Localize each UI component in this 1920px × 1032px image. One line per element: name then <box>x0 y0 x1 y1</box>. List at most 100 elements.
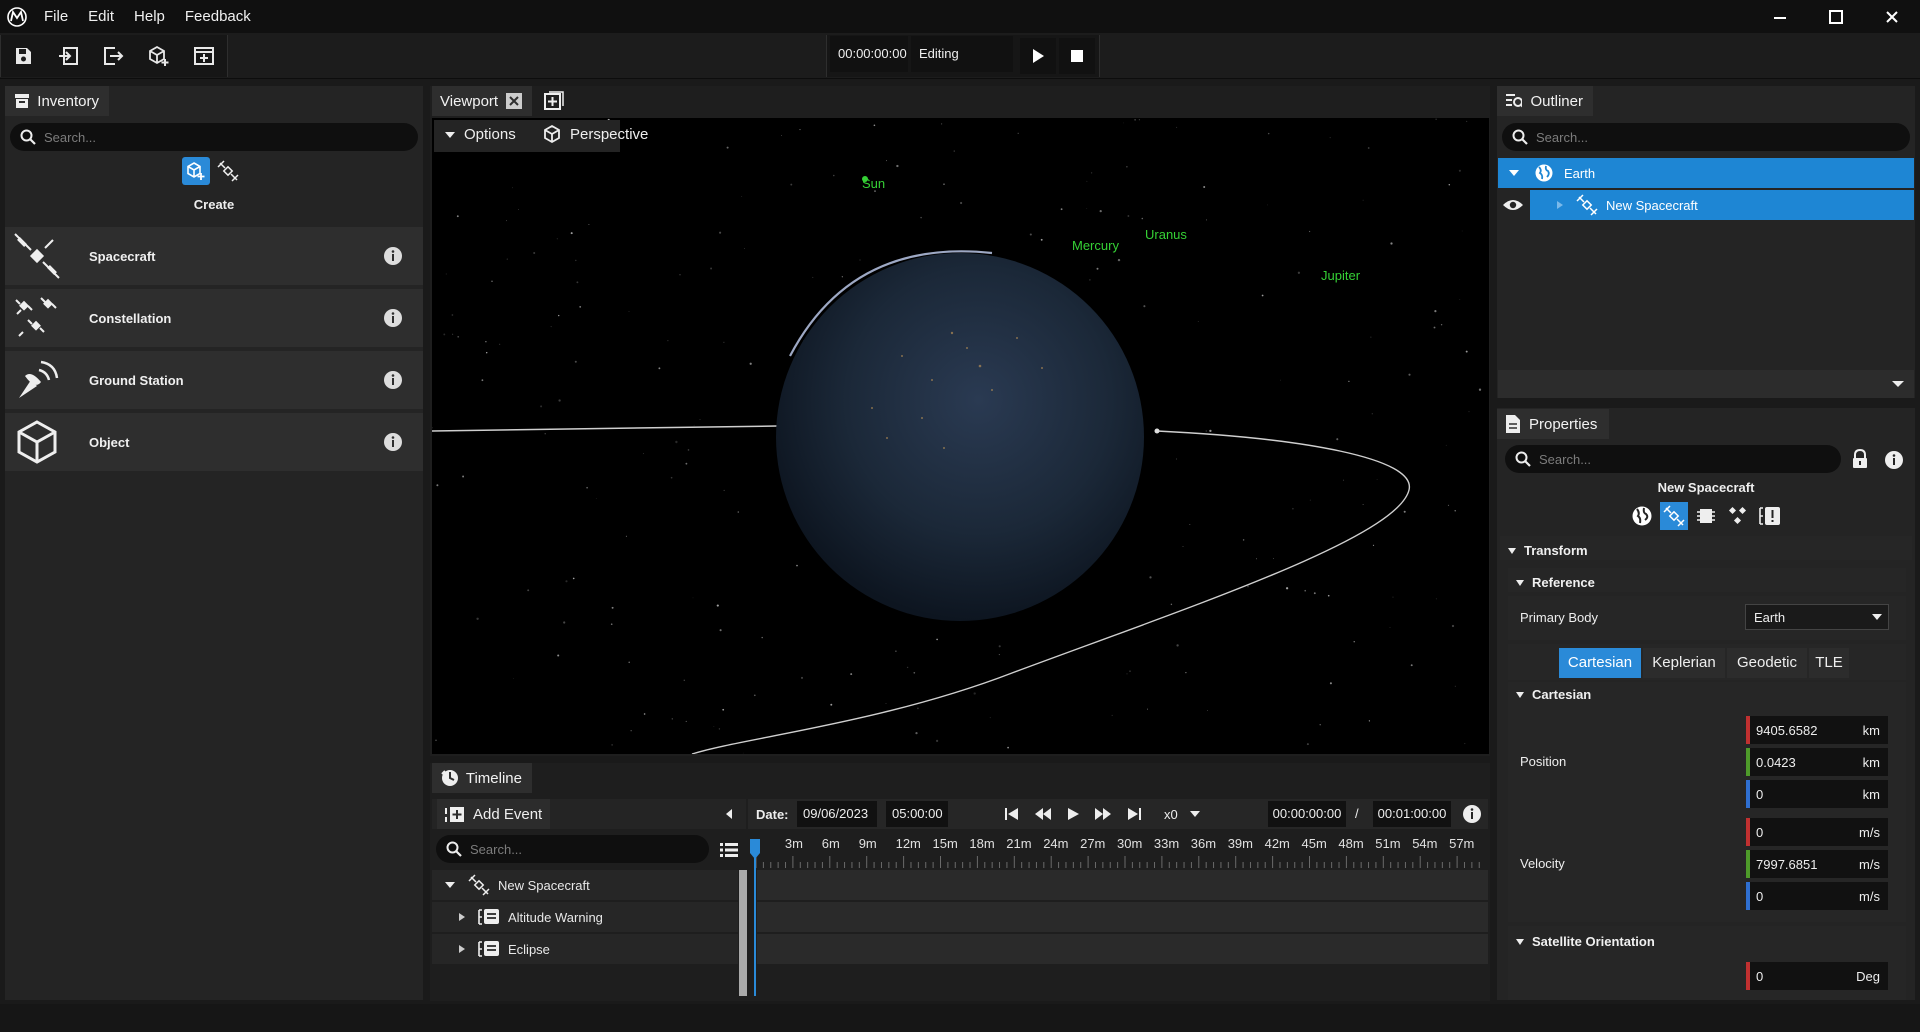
inventory-item-object[interactable]: Object <box>5 413 423 471</box>
outliner-search-input[interactable] <box>1536 129 1875 145</box>
timeline-tree-row[interactable]: Altitude Warning <box>432 902 738 932</box>
tab-geodetic[interactable]: Geodetic <box>1727 648 1807 678</box>
end-time-field[interactable]: 00:01:00:00 <box>1373 801 1451 827</box>
earth-globe[interactable] <box>776 253 1144 621</box>
viewport-3d-canvas[interactable]: Sun Mercury Uranus Jupiter Options Persp… <box>432 118 1489 754</box>
timeline-track[interactable] <box>757 902 1488 932</box>
planet-label-sun[interactable]: Sun <box>862 176 885 191</box>
create-spacecraft-mode-button[interactable] <box>214 157 242 185</box>
transform-label: Transform <box>1524 543 1588 558</box>
tab-tle[interactable]: TLE <box>1809 648 1849 678</box>
chevron-down-icon <box>1872 614 1882 620</box>
component-alert-button[interactable] <box>1756 502 1784 530</box>
timeline-splitter[interactable] <box>739 870 747 996</box>
tab-properties[interactable]: Properties <box>1497 409 1609 439</box>
inventory-item-spacecraft[interactable]: Spacecraft <box>5 227 423 285</box>
position-x-field[interactable]: 9405.6582 km <box>1746 716 1888 744</box>
object-info-button[interactable] <box>383 432 403 452</box>
tab-outliner[interactable]: Outliner <box>1497 86 1593 116</box>
add-viewport-button[interactable] <box>544 91 564 111</box>
new-panel-button[interactable] <box>187 40 221 72</box>
add-event-button[interactable]: Add Event <box>437 799 551 829</box>
ground-station-info-button[interactable] <box>383 370 403 390</box>
position-y-field[interactable]: 0.0423 km <box>1746 748 1888 776</box>
stop-button[interactable] <box>1059 38 1095 74</box>
primary-body-select[interactable]: Earth <box>1745 604 1889 630</box>
camera-mode-button[interactable]: Perspective <box>542 124 648 144</box>
tab-timeline[interactable]: Timeline <box>432 763 532 793</box>
play-button[interactable] <box>1020 38 1056 74</box>
close-viewport-button[interactable] <box>506 93 522 109</box>
time-field[interactable]: 05:00:00 <box>886 801 948 827</box>
constellation-info-button[interactable] <box>383 308 403 328</box>
inventory-search[interactable] <box>10 123 418 151</box>
inventory-item-constellation[interactable]: Constellation <box>5 289 423 347</box>
outliner-filter-bar[interactable] <box>1498 370 1914 398</box>
current-time-field[interactable]: 00:00:00:00 <box>1268 801 1346 827</box>
spacecraft-marker[interactable] <box>1154 428 1160 434</box>
component-constellation-button[interactable] <box>1724 502 1752 530</box>
reference-section-header[interactable]: Reference <box>1516 575 1595 590</box>
cartesian-section-header[interactable]: Cartesian <box>1516 687 1591 702</box>
collapse-left-button[interactable] <box>724 808 734 820</box>
timeline-search[interactable] <box>436 835 709 863</box>
save-button[interactable] <box>6 40 40 72</box>
component-globe-button[interactable] <box>1628 502 1656 530</box>
tab-cartesian[interactable]: Cartesian <box>1559 648 1641 678</box>
planet-label-jupiter[interactable]: Jupiter <box>1321 268 1360 283</box>
play-icon[interactable] <box>1066 807 1080 821</box>
inventory-search-input[interactable] <box>44 129 383 145</box>
menu-feedback[interactable]: Feedback <box>175 0 261 33</box>
options-dropdown[interactable]: Options <box>444 126 516 143</box>
import-button[interactable] <box>52 40 86 72</box>
export-button[interactable] <box>96 40 130 72</box>
inventory-item-ground-station[interactable]: Ground Station <box>5 351 423 409</box>
timeline-track[interactable] <box>757 870 1488 900</box>
skip-to-start-icon[interactable] <box>1004 807 1020 821</box>
create-object-mode-button[interactable] <box>182 157 210 185</box>
ruler-tick-label: 54m <box>1412 836 1438 851</box>
timeline-info-button[interactable] <box>1462 804 1482 824</box>
velocity-y-field[interactable]: 7997.6851 m/s <box>1746 850 1888 878</box>
planet-label-uranus[interactable]: Uranus <box>1145 227 1187 242</box>
date-field[interactable]: 09/06/2023 <box>797 801 877 827</box>
list-view-button[interactable] <box>720 842 738 858</box>
visibility-toggle[interactable] <box>1498 190 1528 220</box>
add-window-icon <box>194 47 214 65</box>
timeline-track[interactable] <box>757 934 1488 964</box>
outliner-search[interactable] <box>1502 123 1910 151</box>
position-z-field[interactable]: 0 km <box>1746 780 1888 808</box>
timeline-tree-row[interactable]: Eclipse <box>432 934 738 964</box>
menu-edit[interactable]: Edit <box>78 0 124 33</box>
velocity-x-field[interactable]: 0 m/s <box>1746 818 1888 846</box>
fast-forward-icon[interactable] <box>1094 807 1112 821</box>
rewind-icon[interactable] <box>1034 807 1052 821</box>
tab-viewport[interactable]: Viewport <box>432 86 532 116</box>
planet-label-mercury[interactable]: Mercury <box>1072 238 1119 253</box>
orientation-x-field[interactable]: 0 Deg <box>1746 962 1888 990</box>
timeline-search-input[interactable] <box>470 841 694 857</box>
properties-search-input[interactable] <box>1539 451 1817 467</box>
add-object-button[interactable] <box>142 40 176 72</box>
minimize-button[interactable] <box>1752 0 1808 33</box>
spacecraft-info-button[interactable] <box>383 246 403 266</box>
speed-dropdown[interactable]: x0 <box>1156 801 1208 827</box>
skip-to-end-icon[interactable] <box>1126 807 1142 821</box>
menu-help[interactable]: Help <box>124 0 175 33</box>
velocity-z-field[interactable]: 0 m/s <box>1746 882 1888 910</box>
outliner-row-earth[interactable]: Earth <box>1498 158 1914 188</box>
maximize-button[interactable] <box>1808 0 1864 33</box>
properties-info-button[interactable] <box>1884 450 1904 470</box>
tab-inventory[interactable]: Inventory <box>5 86 109 116</box>
component-spacecraft-button[interactable] <box>1660 502 1688 530</box>
outliner-row-new-spacecraft[interactable]: New Spacecraft <box>1530 190 1914 220</box>
lock-button[interactable] <box>1851 449 1869 469</box>
tab-keplerian[interactable]: Keplerian <box>1643 648 1725 678</box>
timeline-tree-row[interactable]: New Spacecraft <box>432 870 738 900</box>
close-window-button[interactable] <box>1864 0 1920 33</box>
properties-search[interactable] <box>1505 445 1841 473</box>
orientation-section-header[interactable]: Satellite Orientation <box>1516 934 1655 949</box>
transform-section-header[interactable]: Transform <box>1508 543 1588 558</box>
menu-file[interactable]: File <box>34 0 78 33</box>
component-chip-button[interactable] <box>1692 502 1720 530</box>
